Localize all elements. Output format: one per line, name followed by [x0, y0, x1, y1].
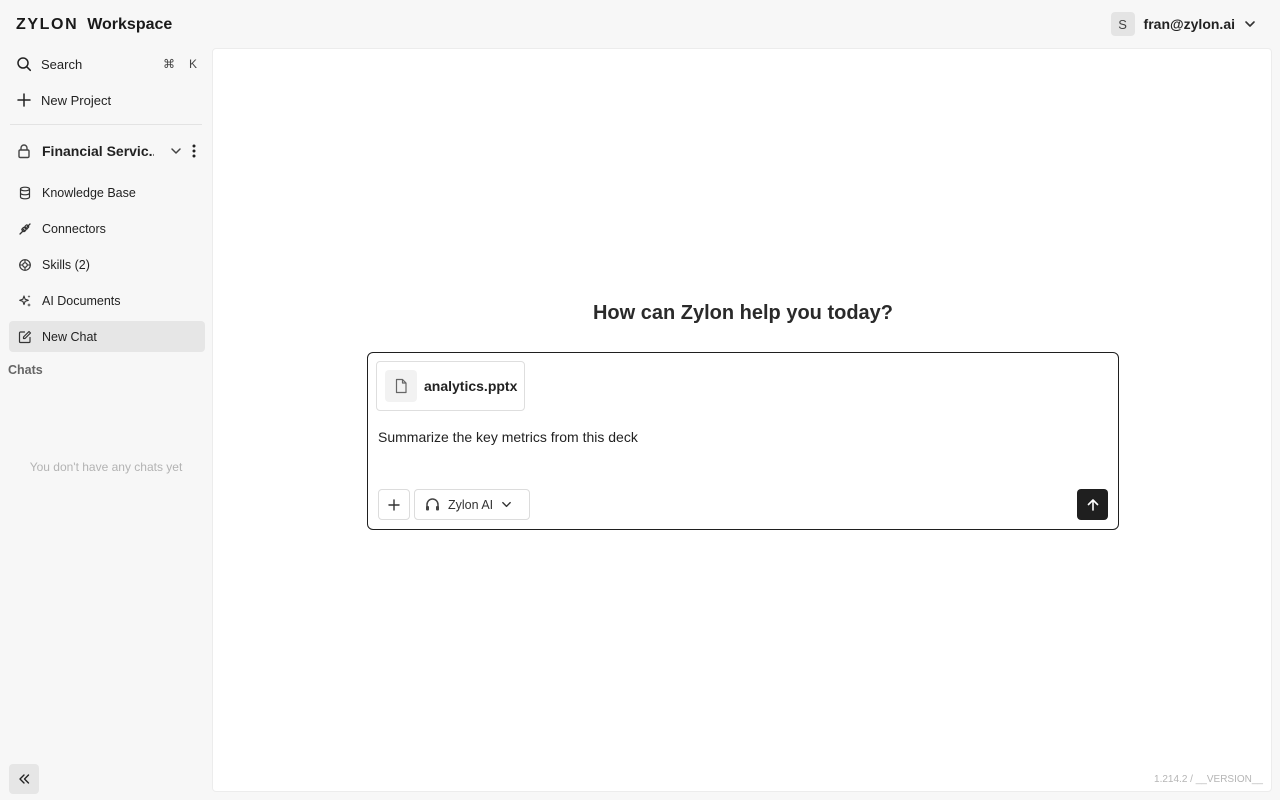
sidebar-item-new-chat[interactable]: New Chat — [9, 321, 205, 352]
sparkles-icon — [18, 294, 32, 308]
avatar: S — [1110, 12, 1135, 36]
plus-icon — [388, 498, 400, 511]
add-attachment-button[interactable] — [378, 489, 410, 520]
model-selector[interactable]: Zylon AI — [414, 489, 530, 520]
shortcut-modifier: ⌘ — [162, 57, 175, 71]
chevron-down-icon[interactable] — [170, 145, 182, 157]
chevron-down-icon — [1244, 18, 1256, 30]
arrow-up-icon — [1087, 498, 1099, 511]
sidebar: Search ⌘ K New Project Financial Servic.… — [0, 48, 212, 800]
chevrons-left-icon — [17, 772, 31, 786]
sidebar-item-label: Skills (2) — [42, 257, 90, 272]
main-panel: How can Zylon help you today? analytics.… — [212, 48, 1272, 792]
attachment-name: analytics.pptx — [424, 378, 518, 394]
chat-composer: analytics.pptx Summarize the key metrics… — [367, 352, 1119, 530]
more-options-icon[interactable] — [188, 144, 200, 158]
prompt-input[interactable]: Summarize the key metrics from this deck — [378, 429, 1098, 445]
search-button[interactable]: Search ⌘ K — [8, 49, 205, 79]
app-name: Workspace — [87, 16, 173, 33]
database-icon — [18, 186, 32, 200]
new-project-label: New Project — [41, 92, 112, 108]
plus-icon — [16, 92, 32, 108]
user-email: fran@zylon.ai — [1143, 16, 1235, 32]
chats-section-label: Chats — [8, 363, 43, 377]
brand: ZYLON Workspace — [16, 14, 172, 36]
sidebar-item-ai-documents[interactable]: AI Documents — [9, 285, 205, 316]
search-shortcut: ⌘ K — [163, 57, 197, 71]
collapse-sidebar-button[interactable] — [9, 764, 39, 794]
project-selector[interactable]: Financial Servic... — [8, 136, 205, 166]
new-chat-icon — [18, 330, 32, 344]
sidebar-item-label: Knowledge Base — [42, 185, 136, 200]
project-name: Financial Servic... — [42, 143, 154, 159]
version-label: 1.214.2 / __VERSION__ — [1154, 774, 1263, 785]
chevron-down-icon — [501, 499, 512, 510]
page-title: How can Zylon help you today? — [592, 302, 894, 324]
shortcut-key: K — [188, 57, 197, 71]
sidebar-divider — [10, 124, 202, 125]
sidebar-item-label: Connectors — [42, 221, 106, 236]
user-menu-button[interactable]: S fran@zylon.ai — [1110, 11, 1256, 37]
sidebar-item-label: AI Documents — [42, 293, 121, 308]
sidebar-item-connectors[interactable]: Connectors — [9, 213, 205, 244]
empty-chats-message: You don't have any chats yet — [29, 460, 183, 474]
attachment-chip[interactable]: analytics.pptx — [376, 361, 525, 411]
skills-icon — [18, 258, 32, 272]
model-icon — [425, 497, 440, 512]
sidebar-item-skills[interactable]: Skills (2) — [9, 249, 205, 280]
search-icon — [16, 56, 32, 72]
sidebar-item-label: New Chat — [42, 329, 97, 344]
search-label: Search — [41, 56, 83, 72]
lock-icon — [16, 143, 32, 159]
brand-logo: ZYLON — [16, 16, 79, 33]
file-icon — [385, 370, 417, 402]
model-label: Zylon AI — [448, 497, 494, 512]
sidebar-item-knowledge-base[interactable]: Knowledge Base — [9, 177, 205, 208]
plug-icon — [18, 222, 32, 236]
send-button[interactable] — [1077, 489, 1108, 520]
new-project-button[interactable]: New Project — [8, 85, 205, 115]
